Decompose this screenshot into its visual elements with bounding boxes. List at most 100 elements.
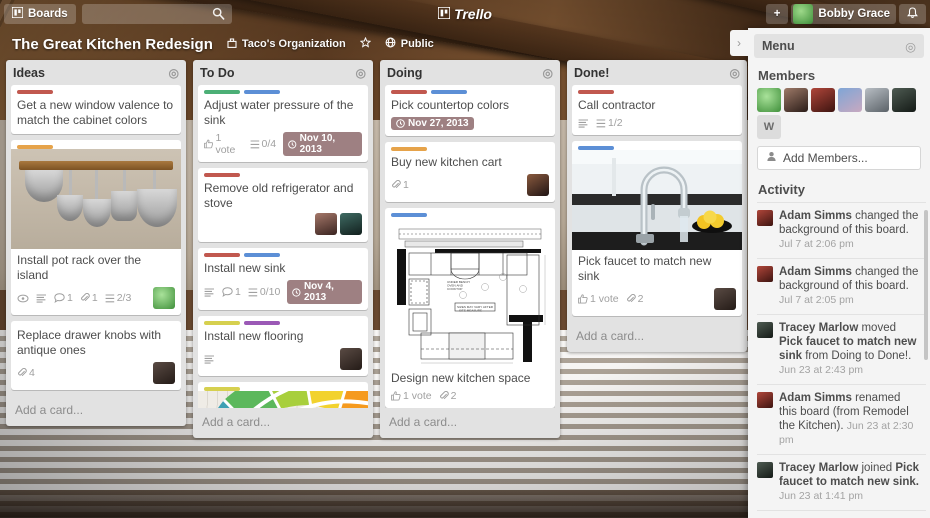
add-card-button[interactable]: Add a card... [6,396,186,424]
activity-item[interactable]: Adam Simms renamed this board (from Remo… [757,384,926,454]
visibility-label: Public [400,38,434,50]
due-date-label: Nov 4, 2013 [303,281,334,303]
search-box[interactable] [81,4,232,24]
avatar[interactable] [340,348,362,370]
avatar[interactable] [153,287,175,309]
star-icon [359,36,371,51]
board-organization[interactable]: Taco's Organization [227,37,346,51]
label-yellow[interactable] [204,321,240,325]
add-card-button[interactable]: Add a card... [567,322,747,350]
list-header[interactable]: Doing ◎ [380,60,560,85]
sidebar-collapse-button[interactable]: › [730,30,748,56]
card-badges [198,346,368,372]
list-to-do: To Do ◎ Adjust water pressure of the sin… [193,60,373,438]
label-red[interactable] [204,253,240,257]
watch-eye-icon [17,294,29,303]
card[interactable]: Replace drawer knobs with antique ones 4 [11,321,181,390]
board-title[interactable]: The Great Kitchen Redesign [12,36,213,53]
card[interactable]: Pick faucet to match new sink 1 vote 2 [572,141,742,316]
avatar-initials[interactable]: W [757,115,781,139]
vote-badge: 1 vote [204,132,243,156]
activity-feed[interactable]: Adam Simms changed the background of thi… [748,202,930,518]
add-card-button[interactable]: Add a card... [193,408,373,436]
label-blue[interactable] [431,90,467,94]
label-red[interactable] [204,173,240,177]
card[interactable]: Adjust water pressure of the sink 1 vote… [198,85,368,162]
label-orange[interactable] [391,147,427,151]
activity-item[interactable]: Tracey Marlow moved Pick faucet to match… [757,314,926,384]
user-menu-button[interactable]: Bobby Grace [791,4,896,24]
card-badges: 1 [385,172,555,198]
add-card-button[interactable]: Add a card... [380,408,560,436]
label-red[interactable] [17,90,53,94]
card[interactable]: Pick countertop colors Nov 27, 2013 [385,85,555,136]
search-icon[interactable] [212,7,225,23]
card[interactable]: Remove old refrigerator and stove [198,168,368,242]
list-menu-icon[interactable]: ◎ [169,66,179,80]
card-title: Get a new window valence to match the ca… [17,98,174,127]
activity-item[interactable]: Adam Simms changed the background of thi… [757,258,926,314]
label-red[interactable] [391,90,427,94]
card[interactable]: Get a new window valence to match the ca… [11,85,181,134]
label-purple[interactable] [244,321,280,325]
card[interactable]: Install new flooring [198,316,368,376]
card[interactable]: SIZES MAY VARY AFTER SITE MEASURE UNDER … [385,208,555,408]
avatar[interactable] [714,288,736,310]
activity-item[interactable]: Tracey Marlow joined Remove old refriger… [757,510,926,518]
label-blue[interactable] [244,90,280,94]
activity-user[interactable]: Adam Simms [779,392,852,404]
activity-user[interactable]: Tracey Marlow [779,322,858,334]
avatar[interactable] [527,174,549,196]
card[interactable]: Install pot rack over the island 1 1 2/3 [11,140,181,315]
boards-button[interactable]: Boards [4,4,76,24]
list-header[interactable]: Ideas ◎ [6,60,186,85]
comment-count: 1 [235,286,241,298]
list-done: Done! ◎ Call contractor 1/2 Pick faucet … [567,60,747,352]
card[interactable]: Buy new kitchen cart 1 [385,142,555,202]
activity-scrollbar[interactable] [924,210,928,360]
board-visibility[interactable]: Public [385,37,434,51]
avatar[interactable] [892,88,916,112]
avatar[interactable] [865,88,889,112]
activity-item[interactable]: Adam Simms changed the background of thi… [757,202,926,258]
due-date-badge[interactable]: Nov 4, 2013 [287,280,362,304]
search-input[interactable] [87,8,226,20]
list-menu-icon[interactable]: ◎ [356,66,366,80]
activity-user[interactable]: Adam Simms [779,210,852,222]
list-menu-icon[interactable]: ◎ [543,66,553,80]
more-options-icon[interactable]: ◎ [905,39,916,54]
avatar[interactable] [757,88,781,112]
avatar[interactable] [838,88,862,112]
label-green[interactable] [204,90,240,94]
avatar[interactable] [340,213,362,235]
list-cards: Call contractor 1/2 Pick faucet to match… [567,85,747,322]
card[interactable]: Buy paint for cabinets 1 [198,382,368,408]
list-menu-icon[interactable]: ◎ [730,66,740,80]
activity-user[interactable]: Adam Simms [779,266,852,278]
activity-user[interactable]: Tracey Marlow [779,462,858,474]
trello-brand[interactable]: Trello [405,6,525,22]
label-red[interactable] [578,90,614,94]
avatar[interactable] [315,213,337,235]
avatar[interactable] [811,88,835,112]
list-header[interactable]: Done! ◎ [567,60,747,85]
avatar[interactable] [784,88,808,112]
due-date-badge[interactable]: Nov 27, 2013 [391,117,474,130]
label-blue[interactable] [244,253,280,257]
card-badges: 4 [11,360,181,386]
notifications-button[interactable] [899,4,926,24]
card[interactable]: Call contractor 1/2 [572,85,742,135]
activity-timestamp: Jun 23 at 1:41 pm [779,490,864,502]
card[interactable]: Install new sink 1 0/10 Nov 4, 2013 [198,248,368,310]
organization-label: Taco's Organization [241,38,346,50]
avatar[interactable] [153,362,175,384]
list-header[interactable]: To Do ◎ [193,60,373,85]
add-button[interactable]: + [765,4,789,24]
due-date-badge[interactable]: Nov 10, 2013 [283,132,362,156]
activity-item[interactable]: Tracey Marlow joined Pick faucet to matc… [757,454,926,510]
add-members-button[interactable]: Add Members... [757,146,921,170]
card-cover-paint-swatch-photo [198,391,368,408]
sidebar-menu-header[interactable]: Menu ◎ [754,34,924,58]
board-star-button[interactable] [359,36,371,51]
vote-count: 1 vote [215,132,236,156]
